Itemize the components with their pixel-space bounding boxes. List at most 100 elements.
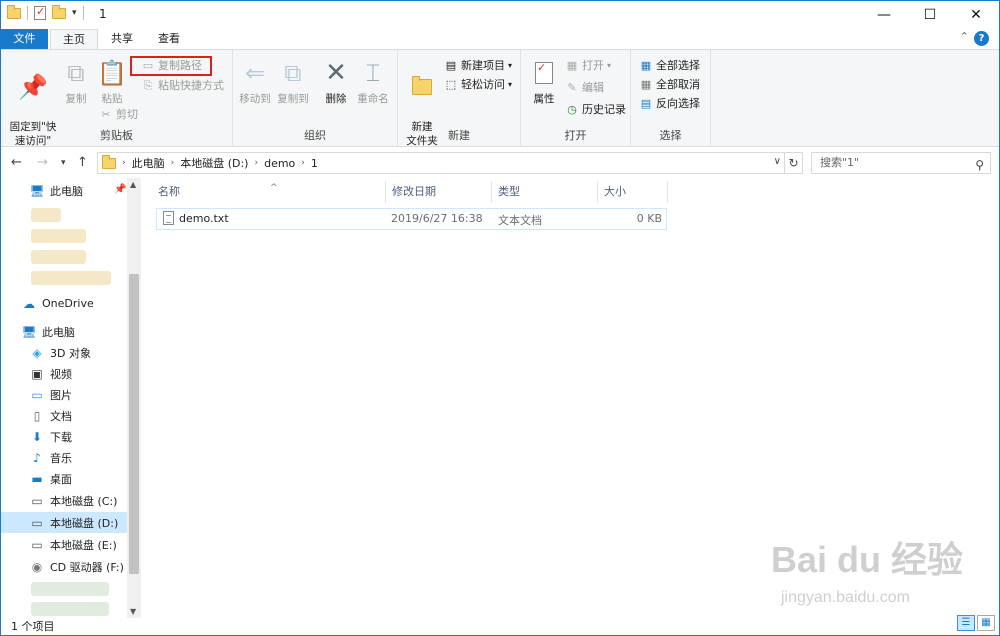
chevron-up-icon[interactable]: ⌃ [960, 30, 969, 43]
tab-view[interactable]: 查看 [147, 29, 191, 49]
open-label: 打开 [582, 59, 604, 72]
history-button[interactable]: ◷ 历史记录 [565, 101, 626, 119]
details-view-icon[interactable]: ☰ [957, 615, 975, 631]
nav-music-label: 音乐 [50, 451, 72, 465]
nav-documents[interactable]: ▯ 文档 [1, 405, 127, 426]
select-none-button[interactable]: ▦ 全部取消 [639, 76, 700, 94]
nav-desktop[interactable]: ▬ 桌面 [1, 468, 127, 489]
clipboard-icon: 📋 [97, 59, 127, 87]
customize-toolbar-icon[interactable]: ▾ [72, 8, 77, 18]
move-to-button[interactable]: ⇐ 移动到 [237, 58, 273, 106]
close-button[interactable]: ✕ [953, 1, 999, 29]
breadcrumb-drive-d[interactable]: 本地磁盘 (D:) [180, 155, 248, 171]
chevron-right-icon[interactable]: › [254, 158, 258, 168]
open-button[interactable]: ▦ 打开 ▾ [565, 57, 611, 75]
nav-quick-access-label: 此电脑 [50, 184, 83, 198]
help-icon[interactable]: ? [974, 31, 989, 46]
easy-access-button[interactable]: ⬚ 轻松访问 ▾ [444, 76, 512, 94]
column-header-modified[interactable]: 修改日期 [386, 181, 492, 203]
move-to-icon: ⇐ [244, 59, 266, 87]
sort-up-icon: ^ [270, 183, 278, 193]
view-toggle: ☰ ▦ [957, 615, 995, 631]
nav-onedrive[interactable]: ☁ OneDrive [1, 293, 127, 314]
nav-3d-objects[interactable]: ◈ 3D 对象 [1, 342, 127, 363]
nav-videos[interactable]: ▣ 视频 [1, 363, 127, 384]
delete-button[interactable]: ✕ 删除 [321, 58, 351, 106]
refresh-icon[interactable]: ↻ [785, 152, 803, 174]
nav-drive-e[interactable]: ▭ 本地磁盘 (E:) [1, 534, 127, 555]
chevron-right-icon[interactable]: › [122, 158, 126, 168]
file-size: 0 KB [636, 212, 662, 225]
window-controls: — ☐ ✕ [861, 1, 999, 29]
up-arrow-icon[interactable]: ↑ [77, 155, 88, 170]
large-icons-view-icon[interactable]: ▦ [977, 615, 995, 631]
nav-downloads[interactable]: ⬇ 下载 [1, 426, 127, 447]
scroll-thumb[interactable] [129, 274, 139, 574]
scroll-down-icon[interactable]: ▼ [130, 607, 136, 616]
tab-share[interactable]: 共享 [101, 29, 143, 49]
invert-selection-button[interactable]: ▤ 反向选择 [639, 95, 700, 113]
maximize-button[interactable]: ☐ [907, 1, 953, 29]
nav-onedrive-label: OneDrive [42, 297, 94, 310]
blurred-item [31, 582, 109, 596]
paste-shortcut-button[interactable]: ⎘ 粘贴快捷方式 [141, 77, 224, 95]
forward-arrow-icon[interactable]: → [37, 155, 48, 170]
clipboard-group: 📌 固定到"快 速访问" ⧉ 复制 📋 粘贴 ▭ 复制路径 ⎘ 粘贴快捷方式 ✂ [1, 50, 233, 147]
breadcrumb-this-pc[interactable]: 此电脑 [132, 155, 165, 171]
column-header-type[interactable]: 类型 [492, 181, 598, 203]
folder-icon [102, 154, 116, 169]
column-header-size[interactable]: 大小 [598, 181, 668, 203]
nav-documents-label: 文档 [50, 409, 72, 423]
copy-to-icon: ⧉ [284, 59, 302, 87]
nav-drive-c[interactable]: ▭ 本地磁盘 (C:) [1, 490, 127, 511]
new-folder-icon[interactable] [52, 4, 66, 19]
rename-button[interactable]: ⌶ 重命名 [355, 58, 391, 106]
easy-access-icon: ⬚ [445, 78, 457, 91]
cut-label: 剪切 [116, 108, 138, 121]
nav-quick-access[interactable]: 🖥 此电脑 📌 [1, 180, 127, 201]
recent-locations-icon[interactable]: ▾ [61, 158, 66, 168]
invert-selection-label: 反向选择 [656, 97, 700, 110]
file-name: demo.txt [179, 212, 229, 225]
breadcrumb-1[interactable]: 1 [311, 157, 318, 170]
history-label: 历史记录 [582, 103, 626, 116]
chevron-down-icon[interactable]: ∨ [774, 156, 781, 167]
file-row[interactable]: demo.txt 2019/6/27 16:38 文本文档 0 KB [156, 208, 667, 230]
nav-this-pc[interactable]: 🖥 此电脑 [1, 321, 127, 342]
paste-label: 粘贴 [101, 93, 123, 105]
window-title: 1 [99, 7, 107, 21]
select-all-button[interactable]: ▦ 全部选择 [639, 57, 700, 75]
breadcrumb-demo[interactable]: demo [264, 157, 295, 170]
blurred-item [31, 271, 111, 285]
paste-button[interactable]: 📋 粘贴 [97, 58, 127, 106]
properties-icon[interactable] [34, 5, 46, 20]
nav-scrollbar[interactable]: ▲ ▼ [127, 178, 141, 618]
nav-pictures[interactable]: ▭ 图片 [1, 384, 127, 405]
history-icon: ◷ [567, 103, 577, 116]
cut-button[interactable]: ✂ 剪切 [99, 106, 138, 124]
quick-access-toolbar: ▾ [7, 4, 84, 20]
address-bar[interactable]: › 此电脑 › 本地磁盘 (D:) › demo › 1 ∨ [97, 152, 785, 174]
properties-button[interactable]: 属性 [527, 58, 561, 106]
tab-file[interactable]: 文件 [1, 29, 48, 49]
copy-to-button[interactable]: ⧉ 复制到 [275, 58, 311, 106]
copy-button[interactable]: ⧉ 复制 [61, 58, 91, 106]
watermark-url: jingyan.baidu.com [781, 589, 910, 606]
nav-music[interactable]: ♪ 音乐 [1, 447, 127, 468]
open-group-label: 打开 [564, 129, 587, 142]
chevron-right-icon[interactable]: › [301, 158, 305, 168]
new-item-button[interactable]: ▤ 新建项目 ▾ [444, 57, 512, 75]
search-icon[interactable]: ⚲ [975, 155, 984, 175]
chevron-right-icon[interactable]: › [171, 158, 175, 168]
nav-cd-drive-f[interactable]: ◉ CD 驱动器 (F:) [1, 556, 127, 577]
back-arrow-icon[interactable]: ← [11, 155, 22, 170]
organize-group-label: 组织 [304, 129, 326, 142]
column-header-name[interactable]: 名称 ^ [152, 181, 386, 203]
scroll-up-icon[interactable]: ▲ [130, 180, 136, 189]
tab-home[interactable]: 主页 [50, 29, 98, 50]
search-input[interactable]: 搜索"1" ⚲ [811, 152, 991, 174]
delete-icon: ✕ [325, 58, 347, 88]
edit-button[interactable]: ✎ 编辑 [565, 79, 604, 97]
nav-drive-d[interactable]: ▭ 本地磁盘 (D:) [1, 512, 127, 533]
minimize-button[interactable]: — [861, 1, 907, 29]
